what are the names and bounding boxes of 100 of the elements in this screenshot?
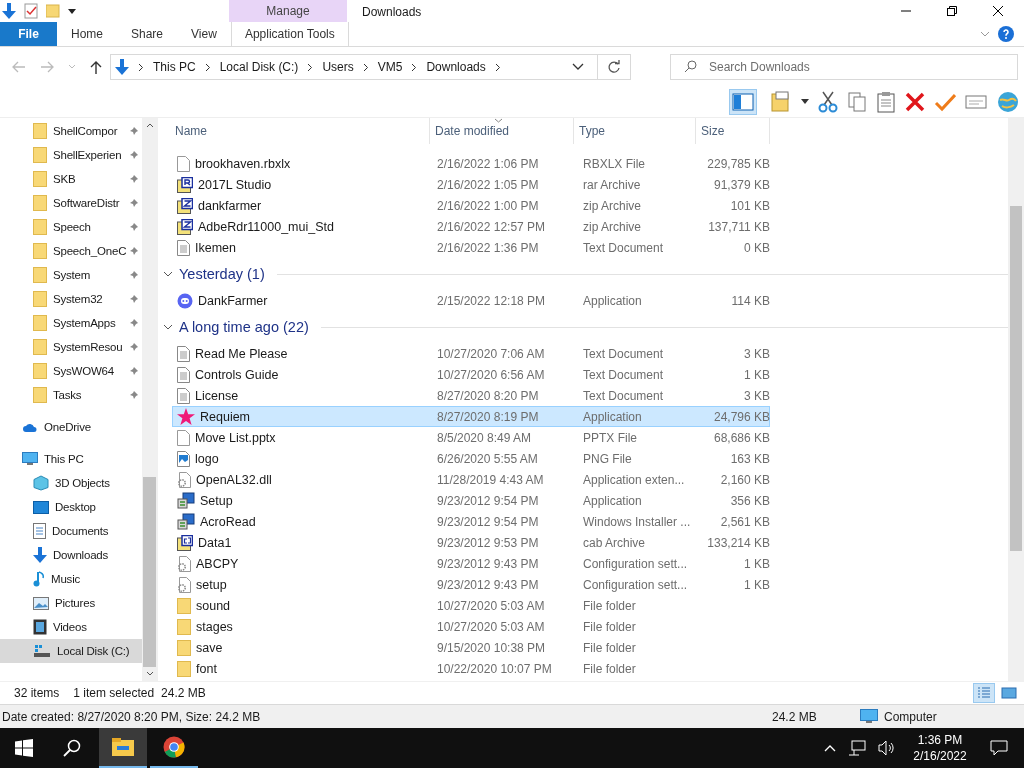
- help-icon[interactable]: [998, 26, 1014, 42]
- checkmark-icon[interactable]: [934, 92, 956, 112]
- file-row[interactable]: Requiem 8/27/2020 8:19 PM Application 24,796 KB: [172, 406, 770, 427]
- pin-icon[interactable]: [129, 342, 139, 352]
- chevron-right-icon[interactable]: [138, 62, 144, 72]
- caret-icon[interactable]: [801, 99, 809, 105]
- breadcrumb[interactable]: Users: [322, 60, 354, 74]
- search-field[interactable]: Search Downloads: [670, 54, 1018, 80]
- sidebar-item[interactable]: Pictures: [0, 591, 142, 615]
- caret-icon[interactable]: [68, 7, 76, 15]
- breadcrumb[interactable]: VM5: [377, 60, 403, 74]
- pin-icon[interactable]: [129, 246, 139, 256]
- copy-icon[interactable]: [847, 91, 867, 113]
- file-row[interactable]: DankFarmer 2/15/2022 12:18 PM Application 114 KB: [172, 290, 770, 311]
- down-arrow-icon[interactable]: [2, 3, 16, 19]
- pin-icon[interactable]: [129, 270, 139, 280]
- chevron-right-icon[interactable]: [411, 62, 418, 72]
- note-icon[interactable]: [770, 91, 792, 113]
- breadcrumb[interactable]: Downloads: [426, 60, 486, 74]
- file-row[interactable]: AdbeRdr11000_mui_Std 2/16/2022 12:57 PM zip Archive 137,711 KB: [172, 216, 770, 237]
- globe-icon[interactable]: [996, 90, 1020, 114]
- file-row[interactable]: save 9/15/2020 10:38 PM File folder: [172, 637, 770, 658]
- clock[interactable]: 1:36 PM 2/16/2022: [902, 732, 978, 764]
- pin-icon[interactable]: [129, 318, 139, 328]
- clipboard-icon[interactable]: [876, 91, 896, 113]
- ribbon-tab[interactable]: Application Tools: [230, 22, 349, 46]
- collapse-chevron-icon[interactable]: [163, 323, 173, 331]
- chevron-right-icon[interactable]: [204, 62, 211, 72]
- file-row[interactable]: brookhaven.rbxlx 2/16/2022 1:06 PM RBXLX File 229,785 KB: [172, 153, 770, 174]
- sidebar-item[interactable]: SysWOW64: [0, 359, 142, 383]
- pin-icon[interactable]: [129, 198, 139, 208]
- sidebar-item[interactable]: This PC: [0, 447, 142, 471]
- breadcrumb[interactable]: This PC: [153, 60, 196, 74]
- group-header[interactable]: Yesterday (1): [179, 266, 265, 282]
- chevron-right-icon[interactable]: [494, 62, 501, 72]
- file-row[interactable]: dankfarmer 2/16/2022 1:00 PM zip Archive 101 KB: [172, 195, 770, 216]
- file-row[interactable]: Ikemen 2/16/2022 1:36 PM Text Document 0 KB: [172, 237, 770, 258]
- scroll-up-icon[interactable]: [145, 122, 154, 128]
- sidebar-item[interactable]: SKB: [0, 167, 142, 191]
- pin-icon[interactable]: [129, 390, 139, 400]
- sidebar-item[interactable]: Speech_OneC: [0, 239, 142, 263]
- file-row[interactable]: License 8/27/2020 8:20 PM Text Document 3 KB: [172, 385, 770, 406]
- collapse-chevron-icon[interactable]: [163, 270, 173, 278]
- sidebar-item[interactable]: OneDrive: [0, 415, 142, 439]
- refresh-icon[interactable]: [607, 60, 621, 74]
- sidebar-item[interactable]: Music: [0, 567, 142, 591]
- file-row[interactable]: OpenAL32.dll 11/28/2019 4:43 AM Application exten... 2,160 KB: [172, 469, 770, 490]
- sidebar-item[interactable]: System: [0, 263, 142, 287]
- sidebar-item[interactable]: Desktop: [0, 495, 142, 519]
- sidebar-item[interactable]: SoftwareDistr: [0, 191, 142, 215]
- file-row[interactable]: ABCPY 9/23/2012 9:43 PM Configuration sett... 1 KB: [172, 553, 770, 574]
- scrollbar[interactable]: [1008, 118, 1024, 681]
- pin-icon[interactable]: [129, 174, 139, 184]
- file-row[interactable]: AcroRead 9/23/2012 9:54 PM Windows Installer ... 2,561 KB: [172, 511, 770, 532]
- sidebar-item[interactable]: Downloads: [0, 543, 142, 567]
- sidebar-item[interactable]: SystemApps: [0, 311, 142, 335]
- file-row[interactable]: 2017L Studio 2/16/2022 1:05 PM rar Archive 91,379 KB: [172, 174, 770, 195]
- ribbon-tab[interactable]: File: [0, 22, 57, 46]
- network-icon[interactable]: [848, 740, 866, 756]
- scrollbar[interactable]: [142, 118, 157, 681]
- file-row[interactable]: Setup 9/23/2012 9:54 PM Application 356 KB: [172, 490, 770, 511]
- file-row[interactable]: stages 10/27/2020 5:03 AM File folder: [172, 616, 770, 637]
- pin-icon[interactable]: [129, 294, 139, 304]
- chevron-down-icon[interactable]: [980, 30, 990, 38]
- chevron-up-icon[interactable]: [824, 744, 836, 752]
- close-icon[interactable]: [992, 5, 1004, 17]
- sidebar-item[interactable]: SystemResou: [0, 335, 142, 359]
- file-explorer-button[interactable]: [99, 728, 147, 768]
- breadcrumb[interactable]: Local Disk (C:): [219, 60, 299, 74]
- column-header[interactable]: Size: [696, 118, 770, 144]
- group-header[interactable]: A long time ago (22): [179, 319, 309, 335]
- pin-icon[interactable]: [129, 150, 139, 160]
- properties-icon[interactable]: [24, 3, 38, 19]
- chevron-right-icon[interactable]: [362, 62, 369, 72]
- file-row[interactable]: setup 9/23/2012 9:43 PM Configuration sett... 1 KB: [172, 574, 770, 595]
- pin-icon[interactable]: [129, 126, 139, 136]
- delete-icon[interactable]: [905, 92, 925, 112]
- sidebar-item[interactable]: 3D Objects: [0, 471, 142, 495]
- column-header[interactable]: Date modified: [430, 118, 574, 144]
- file-row[interactable]: Data1 9/23/2012 9:53 PM cab Archive 133,214 KB: [172, 532, 770, 553]
- chevron-right-icon[interactable]: [307, 62, 314, 72]
- sidebar-item[interactable]: Tasks: [0, 383, 142, 407]
- notification-icon[interactable]: [990, 740, 1008, 756]
- file-row[interactable]: sound 10/27/2020 5:03 AM File folder: [172, 595, 770, 616]
- address-bar[interactable]: This PC Local Disk (C:) Users VM5 Downloads: [110, 54, 631, 80]
- sidebar-item[interactable]: System32: [0, 287, 142, 311]
- column-header[interactable]: Type: [574, 118, 696, 144]
- file-row[interactable]: Move List.pptx 8/5/2020 8:49 AM PPTX File 68,686 KB: [172, 427, 770, 448]
- sidebar-item[interactable]: Local Disk (C:): [0, 639, 142, 663]
- restore-icon[interactable]: [946, 5, 958, 17]
- sidebar-item[interactable]: ShellExperien: [0, 143, 142, 167]
- sidebar-item[interactable]: Speech: [0, 215, 142, 239]
- column-header[interactable]: Name: [170, 118, 430, 144]
- pin-icon[interactable]: [129, 366, 139, 376]
- dropdown-icon[interactable]: [572, 63, 584, 71]
- pin-icon[interactable]: [129, 222, 139, 232]
- file-row[interactable]: Read Me Please 10/27/2020 7:06 AM Text Document 3 KB: [172, 343, 770, 364]
- up-arrow-icon[interactable]: [90, 60, 102, 74]
- sidebar-item[interactable]: Documents: [0, 519, 142, 543]
- sidebar-item[interactable]: Videos: [0, 615, 142, 639]
